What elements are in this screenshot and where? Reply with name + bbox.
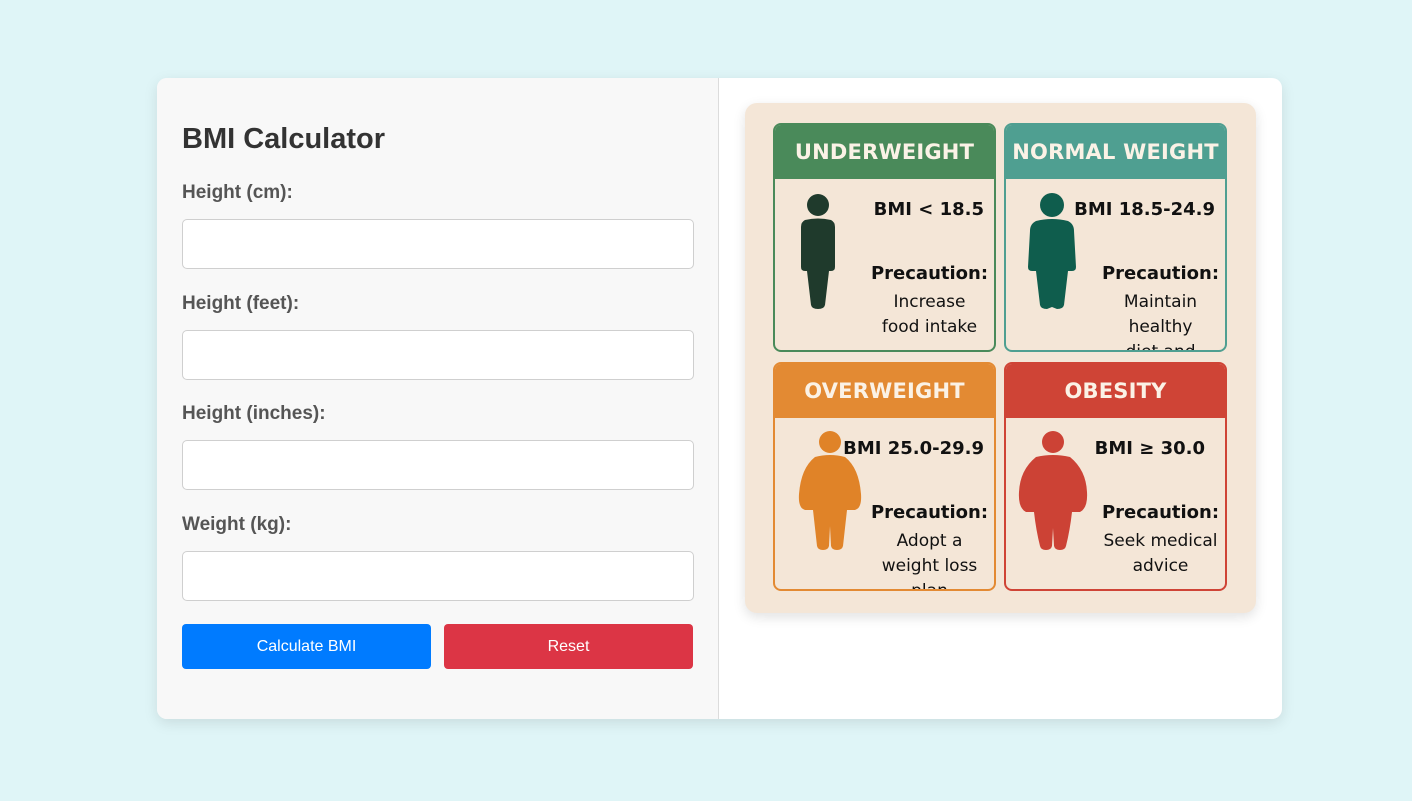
height-inches-label: Height (inches): — [182, 403, 326, 424]
precaution-label: Precaution: — [870, 502, 989, 523]
calculate-bmi-button[interactable]: Calculate BMI — [182, 624, 431, 669]
normal-person-icon — [1028, 193, 1076, 309]
precaution-text: Maintain healthy — [1123, 292, 1198, 337]
underweight-range: BMI < 18.5 — [873, 199, 984, 220]
bmi-chart-panel: UNDERWEIGHT BMI < 18.5 Precaution: Incre… — [719, 78, 1282, 719]
normal-weight-tile: NORMAL WEIGHT BMI 18.5-24.9 Precaution: … — [1004, 123, 1227, 352]
precaution-text: Seek medical — [1103, 531, 1218, 551]
height-cm-field: Height (cm): — [182, 182, 694, 269]
obesity-tile: OBESITY BMI ≥ 30.0 Precaution: Seek medi… — [1004, 362, 1227, 591]
precaution-text: food intake — [881, 317, 978, 337]
height-feet-field: Height (feet): — [182, 293, 694, 380]
precaution-label: Precaution: — [1101, 502, 1220, 523]
height-feet-label: Height (feet): — [182, 293, 300, 314]
obese-person-icon — [1018, 431, 1088, 550]
overweight-range: BMI 25.0-29.9 — [843, 438, 984, 459]
underweight-tile: UNDERWEIGHT BMI < 18.5 Precaution: Incre… — [773, 123, 996, 352]
height-feet-input[interactable] — [182, 330, 694, 380]
overweight-title: OVERWEIGHT — [775, 364, 994, 418]
height-cm-label: Height (cm): — [182, 182, 293, 203]
weight-kg-field: Weight (kg): — [182, 514, 694, 601]
weight-kg-input[interactable] — [182, 551, 694, 601]
normal-weight-title: NORMAL WEIGHT — [1006, 125, 1225, 179]
obesity-precaution: Precaution: Seek medical advice — [1098, 502, 1223, 579]
underweight-title: UNDERWEIGHT — [775, 125, 994, 179]
normal-weight-precaution: Precaution: Maintain healthy diet and ex… — [1098, 263, 1223, 352]
height-inches-input[interactable] — [182, 440, 694, 490]
weight-kg-label: Weight (kg): — [182, 514, 292, 535]
precaution-label: Precaution: — [1101, 263, 1220, 284]
precaution-text: advice — [1132, 556, 1189, 576]
reset-button[interactable]: Reset — [444, 624, 693, 669]
underweight-precaution: Precaution: Increase food intake — [867, 263, 992, 340]
height-cm-input[interactable] — [182, 219, 694, 269]
overweight-precaution: Precaution: Adopt a weight loss plan — [867, 502, 992, 591]
precaution-text: weight loss plan — [881, 556, 978, 591]
page-title: BMI Calculator — [182, 123, 386, 155]
obesity-title: OBESITY — [1006, 364, 1225, 418]
bmi-form-panel: BMI Calculator Height (cm): Height (feet… — [157, 78, 719, 719]
bmi-categories-chart: UNDERWEIGHT BMI < 18.5 Precaution: Incre… — [745, 103, 1256, 613]
height-inches-field: Height (inches): — [182, 403, 694, 490]
precaution-label: Precaution: — [870, 263, 989, 284]
obesity-range: BMI ≥ 30.0 — [1094, 438, 1205, 459]
precaution-text: Adopt a — [896, 531, 963, 551]
overweight-tile: OVERWEIGHT BMI 25.0-29.9 Precaution: Ado… — [773, 362, 996, 591]
precaution-text: Increase — [893, 292, 966, 312]
thin-person-icon — [801, 194, 835, 309]
normal-weight-range: BMI 18.5-24.9 — [1074, 199, 1215, 220]
bmi-card: BMI Calculator Height (cm): Height (feet… — [157, 78, 1282, 719]
precaution-text: diet and exercise — [1125, 342, 1196, 352]
